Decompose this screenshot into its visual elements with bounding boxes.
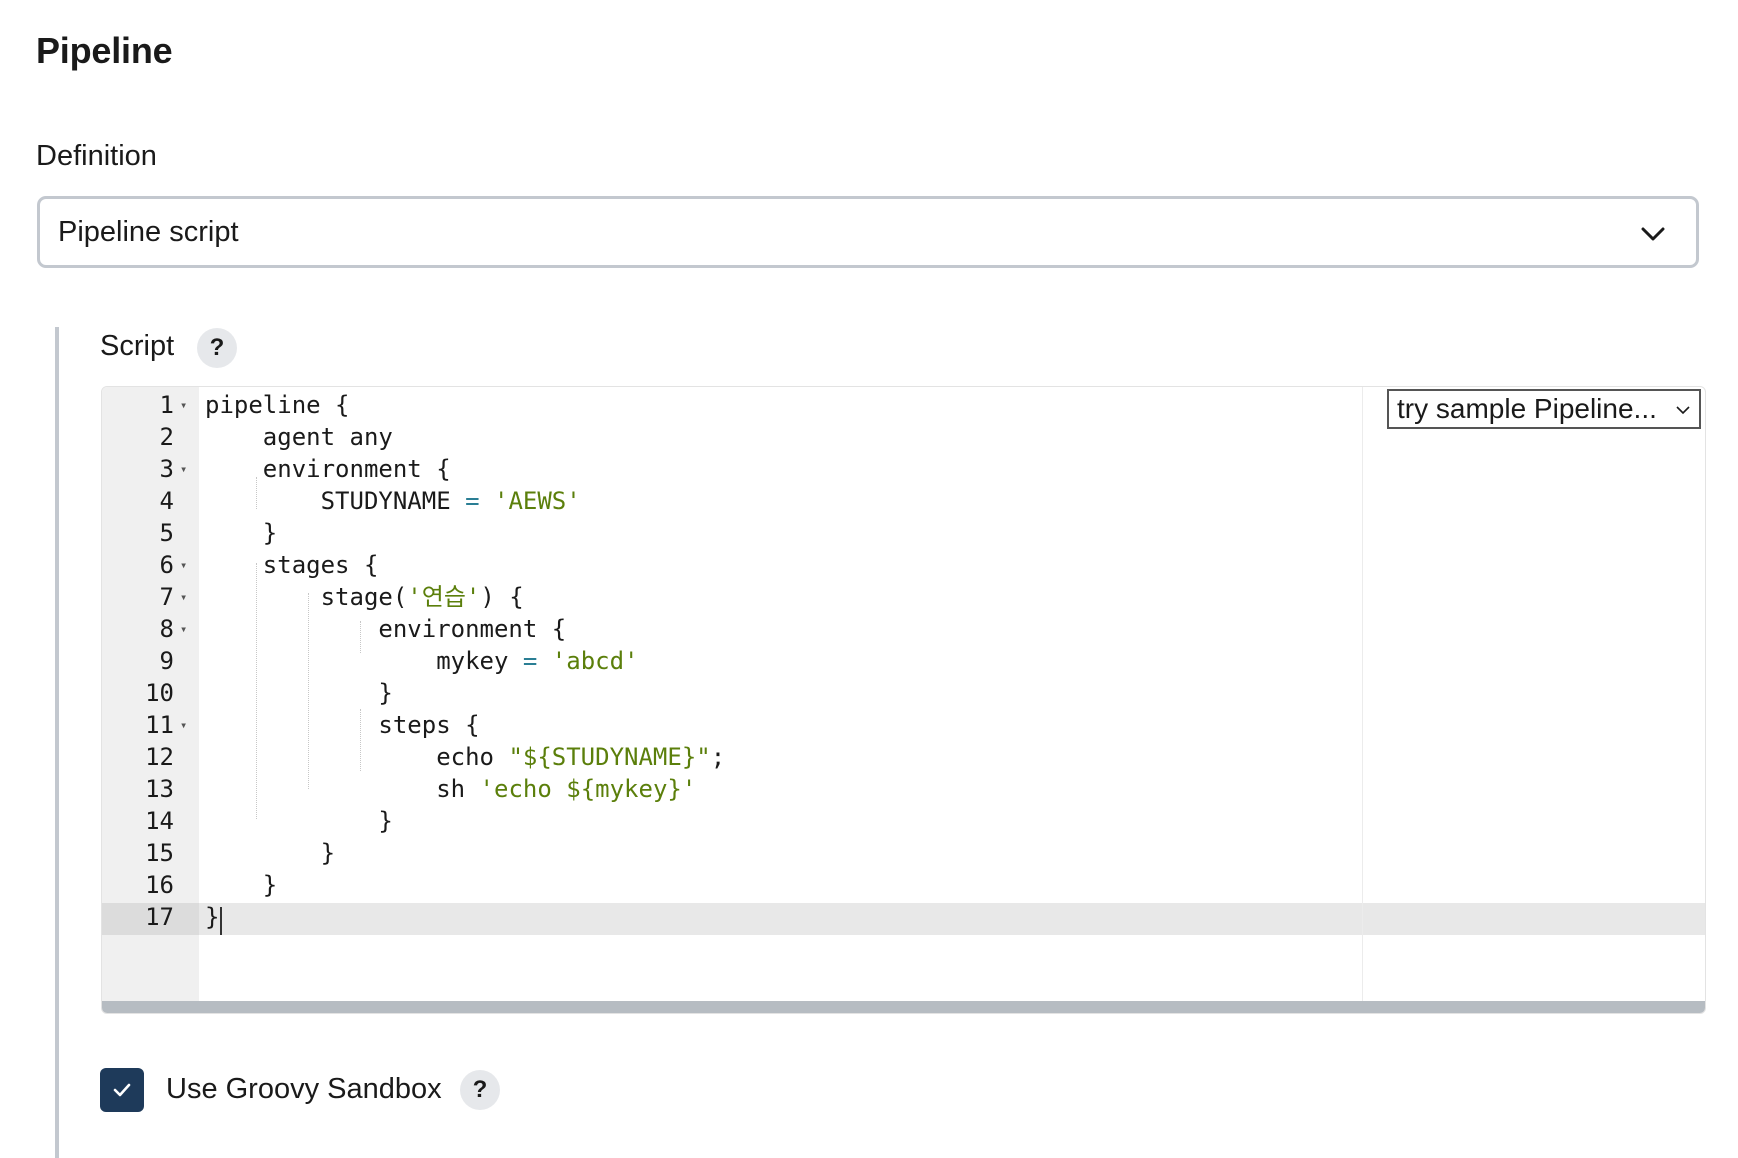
line-number: 4 [159,487,174,515]
chevron-down-icon [1641,227,1665,241]
page-title: Pipeline [36,30,173,71]
try-sample-pipeline-select[interactable]: try sample Pipeline... [1387,389,1701,429]
fold-toggle-icon[interactable]: ▾ [180,453,192,485]
code-lines: 1 ▾ pipeline {2 agent any 3 ▾ environment {4… [102,389,1705,933]
sandbox-help-button[interactable]: ? [460,1070,500,1110]
line-number: 17 [145,903,174,931]
chevron-down-icon [1676,406,1690,415]
groovy-sandbox-checkbox[interactable] [100,1068,144,1112]
code-text: stage('연습') { [205,583,524,611]
code-text: echo "${STUDYNAME}"; [205,743,726,771]
line-number: 2 [159,423,174,451]
line-number: 12 [145,743,174,771]
code-text: } [205,679,393,707]
text-cursor [220,907,222,935]
line-number: 11 [145,711,174,739]
line-number: 14 [145,807,174,835]
definition-label: Definition [36,140,157,172]
code-line[interactable]: 11 ▾ steps { [102,709,1705,741]
fold-toggle-icon[interactable]: ▾ [180,389,192,421]
code-text: STUDYNAME = 'AEWS' [205,487,581,515]
code-text: mykey = 'abcd' [205,647,639,675]
line-number: 5 [159,519,174,547]
code-line[interactable]: 3 ▾ environment { [102,453,1705,485]
script-label: Script [100,330,175,362]
line-number: 9 [159,647,174,675]
code-text: } [205,903,220,931]
line-number: 3 [159,455,174,483]
line-number: 1 [159,391,174,419]
code-line[interactable]: 8 ▾ environment { [102,613,1705,645]
checkmark-icon [113,1083,131,1097]
code-line[interactable]: 6 ▾ stages { [102,549,1705,581]
groovy-sandbox-label: Use Groovy Sandbox [166,1073,442,1105]
code-line[interactable]: 10 } [102,677,1705,709]
code-line[interactable]: 5 } [102,517,1705,549]
code-text: } [205,807,393,835]
fold-toggle-icon[interactable]: ▾ [180,709,192,741]
code-text: environment { [205,455,451,483]
code-line[interactable]: 7 ▾ stage('연습') { [102,581,1705,613]
fold-toggle-icon[interactable]: ▾ [180,581,192,613]
code-text: steps { [205,711,480,739]
code-line[interactable]: 13 sh 'echo ${mykey}' [102,773,1705,805]
code-line[interactable]: 15 } [102,837,1705,869]
code-text: environment { [205,615,567,643]
nested-section-indicator [55,327,59,1158]
code-text: agent any [205,423,393,451]
sample-select-value: try sample Pipeline... [1397,393,1657,424]
line-number: 7 [159,583,174,611]
line-number: 10 [145,679,174,707]
code-text: } [205,839,336,867]
code-text: stages { [205,551,379,579]
code-text: } [205,871,278,899]
code-line[interactable]: 16 } [102,869,1705,901]
code-line[interactable]: 17} [102,901,1705,933]
fold-toggle-icon[interactable]: ▾ [180,613,192,645]
editor-horizontal-scrollbar[interactable] [102,1001,1705,1013]
script-help-button[interactable]: ? [197,328,237,368]
line-number: 15 [145,839,174,867]
fold-toggle-icon[interactable]: ▾ [180,549,192,581]
line-number: 8 [159,615,174,643]
code-editor[interactable]: 1 ▾ pipeline {2 agent any 3 ▾ environment {4… [101,386,1706,1014]
code-line[interactable]: 12 echo "${STUDYNAME}"; [102,741,1705,773]
line-number: 16 [145,871,174,899]
code-line[interactable]: 4 STUDYNAME = 'AEWS' [102,485,1705,517]
line-number: 6 [159,551,174,579]
code-text: sh 'echo ${mykey}' [205,775,697,803]
code-text: } [205,519,278,547]
definition-select[interactable]: Pipeline script [37,196,1699,268]
line-number: 13 [145,775,174,803]
code-line[interactable]: 9 mykey = 'abcd' [102,645,1705,677]
definition-select-value: Pipeline script [58,215,239,248]
code-line[interactable]: 14 } [102,805,1705,837]
code-text: pipeline { [205,391,350,419]
